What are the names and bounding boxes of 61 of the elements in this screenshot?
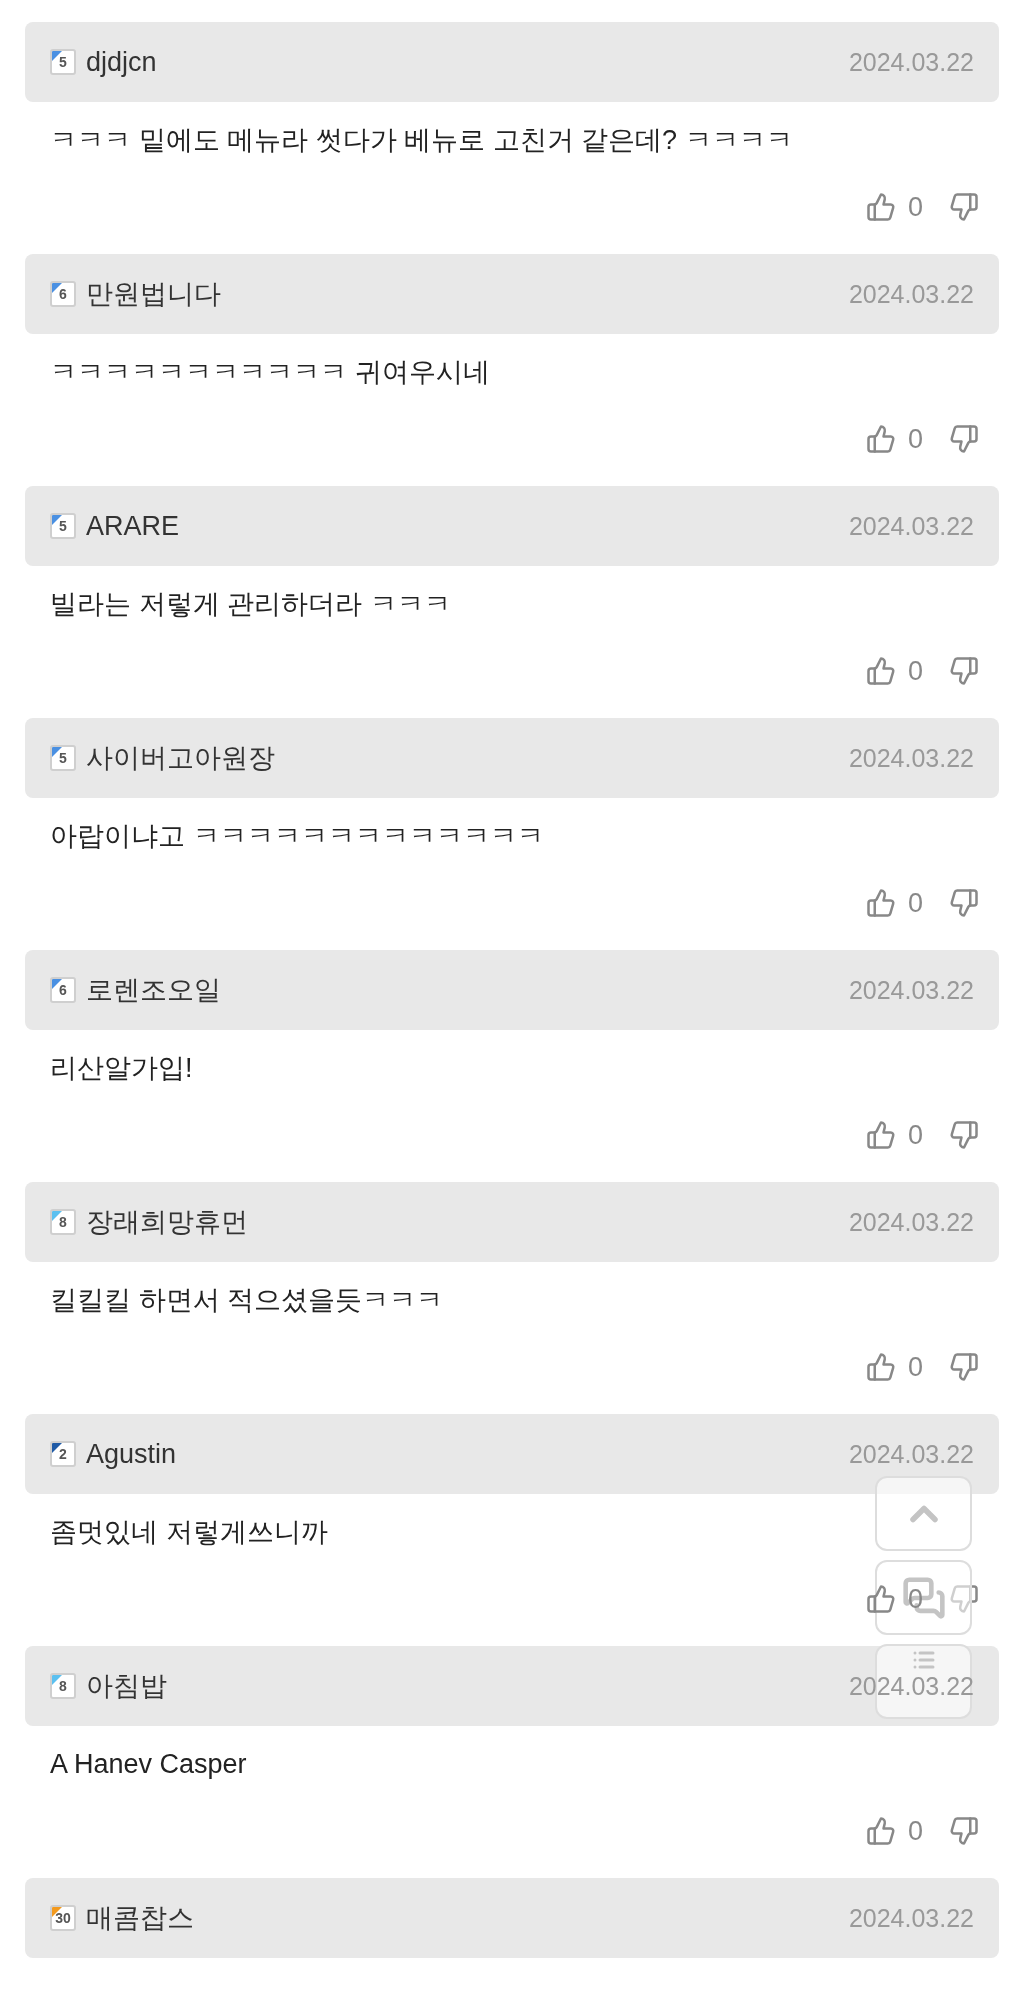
level-badge: 8	[50, 1209, 76, 1235]
comment-date: 2024.03.22	[848, 47, 974, 77]
level-badge: 6	[50, 977, 76, 1003]
level-badge: 30	[50, 1905, 76, 1931]
level-badge: 2	[50, 1441, 76, 1467]
level-badge: 5	[50, 49, 76, 75]
level-badge: 8	[50, 1673, 76, 1699]
like-button[interactable]: 0	[865, 887, 923, 919]
like-button[interactable]: 0	[865, 423, 923, 455]
thumbs-down-icon	[949, 888, 979, 918]
thumbs-up-icon	[865, 424, 896, 454]
comment-date: 2024.03.22	[848, 279, 974, 309]
level-badge: 5	[50, 513, 76, 539]
comment-date: 2024.03.22	[848, 743, 974, 773]
author-name: 매콤찹스	[86, 1902, 194, 1935]
comment-text: 킬킬킬 하면서 적으셨을듯ㅋㅋㅋ	[50, 1285, 443, 1315]
thumbs-down-icon	[949, 192, 979, 222]
level-badge: 5	[50, 745, 76, 771]
comment-text: 좀멋있네 저렇게쓰니까	[50, 1517, 328, 1547]
thumbs-down-icon	[949, 1120, 979, 1150]
thumbs-up-icon	[865, 192, 896, 222]
author-name: Agustin	[86, 1438, 177, 1470]
comment-text: 리산알가입!	[50, 1053, 193, 1083]
comment-date: 2024.03.22	[848, 1671, 974, 1701]
comments-button[interactable]	[875, 1560, 972, 1635]
like-button[interactable]: 0	[865, 655, 923, 687]
comment-text: ㅋㅋㅋㅋㅋㅋㅋㅋㅋㅋㅋ 귀여우시네	[50, 357, 490, 387]
thumbs-up-icon	[865, 1120, 896, 1150]
author-name: 로렌조오일	[86, 974, 221, 1007]
thumbs-down-icon	[949, 424, 979, 454]
thumbs-up-icon	[865, 1352, 896, 1382]
thumbs-down-icon	[949, 1816, 979, 1846]
author-name: 만원법니다	[86, 278, 221, 311]
like-button[interactable]: 0	[865, 1583, 923, 1615]
comment-text: A Hanev Casper	[50, 1749, 247, 1779]
thumbs-down-icon	[949, 1584, 979, 1614]
comment-date: 2024.03.22	[848, 1903, 974, 1933]
like-button[interactable]: 0	[865, 1815, 923, 1847]
comment-text: 아랍이냐고 ㅋㅋㅋㅋㅋㅋㅋㅋㅋㅋㅋㅋㅋ	[50, 821, 544, 851]
thumbs-up-icon	[865, 1584, 896, 1614]
thumbs-up-icon	[865, 1816, 896, 1846]
author-name: 장래희망휴먼	[86, 1206, 248, 1239]
thumbs-up-icon	[865, 656, 896, 686]
author-name: 아침밥	[86, 1670, 167, 1703]
level-badge: 6	[50, 281, 76, 307]
chat-bubbles-icon	[901, 1575, 946, 1620]
thumbs-up-icon	[865, 888, 896, 918]
comment-date: 2024.03.22	[848, 511, 974, 541]
author-name: djdjcn	[86, 46, 157, 78]
comment-date: 2024.03.22	[848, 975, 974, 1005]
comment-date: 2024.03.22	[848, 1207, 974, 1237]
comment-text: 빌라는 저렇게 관리하더라 ㅋㅋㅋ	[50, 589, 451, 619]
author-name: 사이버고아원장	[86, 742, 275, 775]
like-button[interactable]: 0	[865, 1119, 923, 1151]
thumbs-down-icon	[949, 656, 979, 686]
like-button[interactable]: 0	[865, 1351, 923, 1383]
comment-text: ㅋㅋㅋ 밑에도 메뉴라 썻다가 베뉴로 고친거 같은데? ㅋㅋㅋㅋ	[50, 125, 793, 155]
comment-date: 2024.03.22	[848, 1439, 974, 1469]
like-button[interactable]: 0	[865, 191, 923, 223]
thumbs-down-icon	[949, 1352, 979, 1382]
author-name: ARARE	[86, 510, 180, 542]
